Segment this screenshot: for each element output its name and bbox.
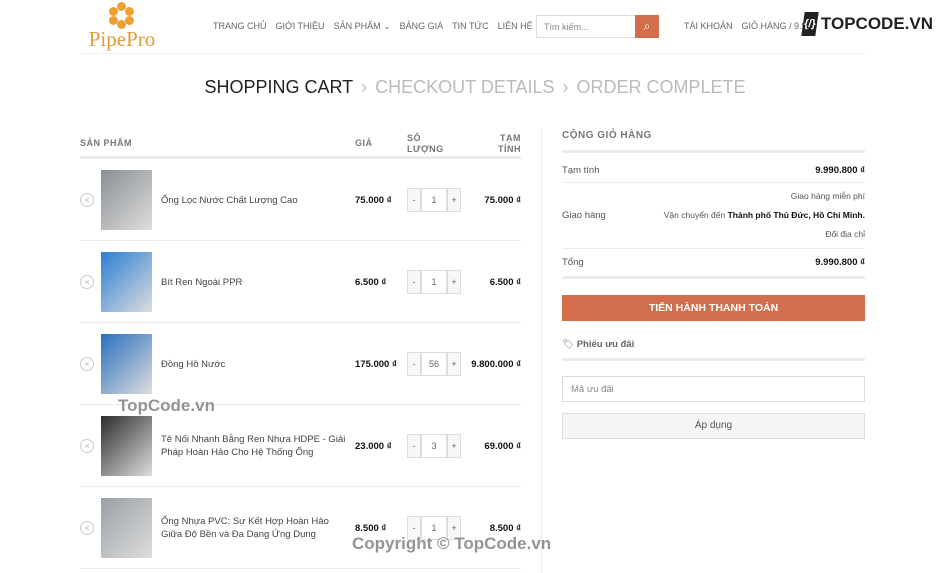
- product-image[interactable]: [101, 498, 152, 558]
- search-icon: ⌕: [643, 19, 651, 33]
- subtotal-value: 9.990.800 ₫: [815, 165, 865, 176]
- qty-input[interactable]: 1: [421, 270, 447, 294]
- qty-input[interactable]: 56: [421, 352, 447, 376]
- step-complete: ORDER COMPLETE: [576, 77, 746, 97]
- change-address-link[interactable]: Đổi địa chỉ: [664, 225, 865, 244]
- table-row: × Ống Nhựa PVC: Sự Kết Hợp Hoàn Hảo Giữa…: [80, 487, 521, 569]
- product-image[interactable]: [101, 252, 152, 312]
- qty-minus-button[interactable]: -: [407, 352, 421, 376]
- product-subtotal: 69.000 ₫: [484, 441, 521, 452]
- chevron-right-icon: ›: [361, 77, 368, 97]
- qty-minus-button[interactable]: -: [407, 434, 421, 458]
- total-value: 9.990.800 ₫: [815, 257, 865, 268]
- ship-to: Vận chuyển đến: [663, 210, 728, 220]
- table-header: SẢN PHẨM GIÁ SỐ LƯỢNG TẠM TÍNH: [80, 130, 521, 159]
- apply-coupon-button[interactable]: Áp dụng: [562, 413, 865, 439]
- chevron-down-icon: ⌄: [380, 21, 391, 31]
- product-subtotal: 75.000 ₫: [484, 195, 521, 206]
- quantity-stepper: -1 +: [407, 270, 461, 294]
- col-qty: SỐ LƯỢNG: [407, 133, 444, 154]
- product-subtotal: 9.800.000 ₫: [471, 359, 521, 370]
- product-name-link[interactable]: Ống Nhựa PVC: Sự Kết Hợp Hoàn Hảo Giữa Đ…: [161, 515, 346, 541]
- shipping-label: Giao hàng: [562, 210, 606, 221]
- remove-item-icon[interactable]: ×: [80, 357, 94, 371]
- qty-input[interactable]: 1: [421, 188, 447, 212]
- search-button[interactable]: ⌕: [635, 15, 659, 38]
- col-product: SẢN PHẨM: [80, 138, 133, 148]
- table-row: × Ống Lọc Nước Chất Lượng Cao 75.000 ₫ -…: [80, 159, 521, 241]
- product-name-link[interactable]: Đồng Hồ Nước: [161, 358, 346, 371]
- brand-icon: {/}: [801, 12, 819, 36]
- product-price: 23.000 ₫: [355, 441, 392, 452]
- quantity-stepper: -1 +: [407, 188, 461, 212]
- coupon-input[interactable]: Mã ưu đãi: [562, 376, 865, 402]
- checkout-steps: SHOPPING CART › CHECKOUT DETAILS › ORDER COM…: [0, 77, 950, 98]
- divider: [541, 128, 542, 573]
- col-subtotal: TẠM TÍNH: [498, 133, 521, 154]
- copyright-watermark: Copyright © TopCode.vn: [352, 534, 552, 553]
- product-price: 8.500 ₫: [355, 523, 387, 534]
- account-link[interactable]: TÀI KHOẢN: [684, 21, 733, 31]
- remove-item-icon[interactable]: ×: [80, 521, 94, 535]
- nav-contact[interactable]: LIÊN HỆ: [498, 21, 533, 32]
- logo-text: PipePro: [88, 27, 156, 51]
- nav-about[interactable]: GIỚI THIỆU: [276, 21, 325, 32]
- product-name-link[interactable]: Bít Ren Ngoài PPR: [161, 276, 346, 289]
- checkout-button[interactable]: TIẾN HÀNH THANH TOÁN: [562, 295, 865, 321]
- cart-totals: CỘNG GIỎ HÀNG Tạm tính 9.990.800 ₫ Giao h…: [562, 130, 865, 439]
- product-price: 6.500 ₫: [355, 277, 387, 288]
- coupon-title: Phiếu ưu đãi: [576, 339, 635, 350]
- subtotal-label: Tạm tính: [562, 165, 600, 176]
- qty-plus-button[interactable]: +: [447, 352, 461, 376]
- site-header: PipePro TRANG CHỦ GIỚI THIỆU SẢN PHẨM ⌄ …: [80, 0, 865, 54]
- table-row: × Tê Nối Nhanh Bằng Ren Nhựa HDPE - Giải…: [80, 405, 521, 487]
- table-row: × Đồng Hồ Nước 175.000 ₫ -56 + 9.800.000 …: [80, 323, 521, 405]
- qty-minus-button[interactable]: -: [407, 188, 421, 212]
- main-nav: TRANG CHỦ GIỚI THIỆU SẢN PHẨM ⌄ BẢNG GIÁ…: [213, 21, 533, 32]
- product-price: 175.000 ₫: [355, 359, 397, 370]
- step-cart[interactable]: SHOPPING CART: [204, 77, 353, 97]
- totals-title: CỘNG GIỎ HÀNG: [562, 130, 865, 153]
- chevron-right-icon: ›: [562, 77, 569, 97]
- nav-home[interactable]: TRANG CHỦ: [213, 21, 267, 32]
- brand-text: TOPCODE.VN: [820, 14, 933, 33]
- table-row: × Bít Ren Ngoài PPR 6.500 ₫ -1 + 6.500 ₫: [80, 241, 521, 323]
- quantity-stepper: -56 +: [407, 352, 461, 376]
- col-price: GIÁ: [355, 138, 373, 148]
- product-subtotal: 6.500 ₫: [489, 277, 521, 288]
- qty-minus-button[interactable]: -: [407, 270, 421, 294]
- product-name-link[interactable]: Tê Nối Nhanh Bằng Ren Nhựa HDPE - Giải P…: [161, 433, 346, 459]
- remove-item-icon[interactable]: ×: [80, 439, 94, 453]
- product-image[interactable]: [101, 170, 152, 230]
- cart-table: SẢN PHẨM GIÁ SỐ LƯỢNG TẠM TÍNH × Ống Lọc…: [80, 130, 521, 569]
- product-subtotal: 8.500 ₫: [489, 523, 521, 534]
- quantity-stepper: -3 +: [407, 434, 461, 458]
- free-shipping: Giao hàng miễn phí: [790, 191, 865, 201]
- coupon-heading: 🏷 Phiếu ưu đãi: [562, 339, 865, 361]
- step-checkout[interactable]: CHECKOUT DETAILS: [375, 77, 554, 97]
- remove-item-icon[interactable]: ×: [80, 193, 94, 207]
- nav-pricing[interactable]: BẢNG GIÁ: [400, 21, 444, 32]
- ship-place: Thành phố Thủ Đức, Hồ Chí Minh.: [727, 210, 865, 220]
- cart-link[interactable]: GIỎ HÀNG / 9.9: [742, 21, 807, 31]
- total-label: Tổng: [562, 257, 584, 268]
- remove-item-icon[interactable]: ×: [80, 275, 94, 289]
- tag-icon: 🏷: [562, 339, 577, 350]
- watermark: TopCode.vn: [118, 396, 215, 415]
- product-price: 75.000 ₫: [355, 195, 392, 206]
- nav-products-label: SẢN PHẨM: [333, 21, 381, 31]
- nav-products[interactable]: SẢN PHẨM ⌄: [334, 21, 391, 32]
- qty-plus-button[interactable]: +: [447, 270, 461, 294]
- product-image[interactable]: [101, 334, 152, 394]
- topcode-watermark-logo: {/} TOPCODE.VN: [801, 10, 933, 38]
- product-image[interactable]: [101, 416, 152, 476]
- product-name-link[interactable]: Ống Lọc Nước Chất Lượng Cao: [161, 194, 346, 207]
- logo-flower-icon: [109, 2, 135, 29]
- nav-news[interactable]: TIN TỨC: [452, 21, 489, 32]
- qty-plus-button[interactable]: +: [447, 434, 461, 458]
- logo[interactable]: PipePro: [82, 2, 162, 52]
- qty-input[interactable]: 3: [421, 434, 447, 458]
- qty-plus-button[interactable]: +: [447, 188, 461, 212]
